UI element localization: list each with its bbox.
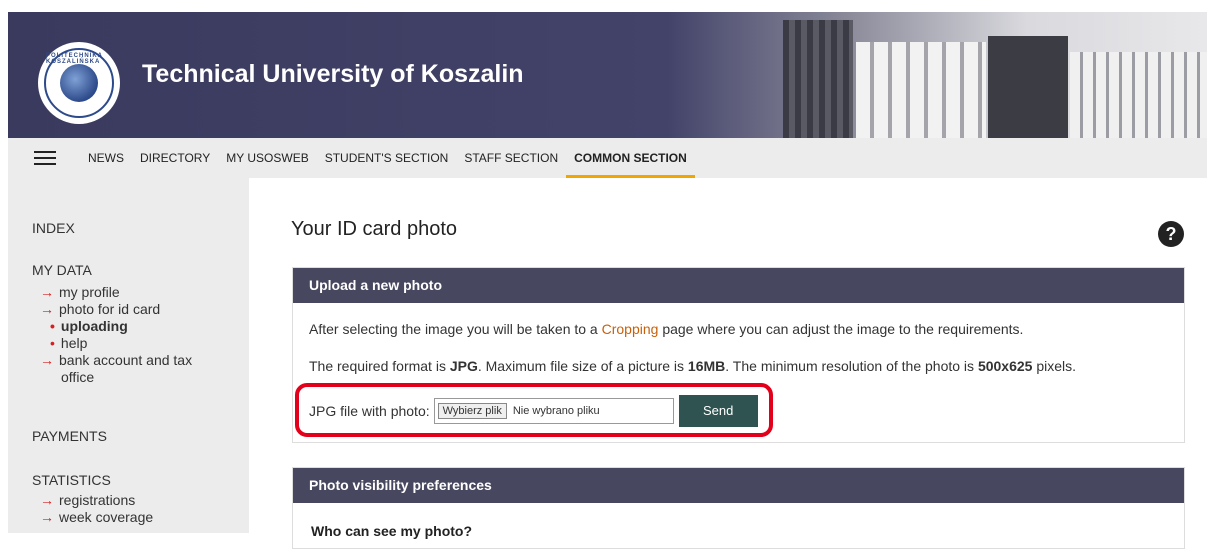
arrow-right-icon: → [40,301,54,317]
sidebar-item-label: my profile [59,284,120,300]
no-file-chosen-text: Nie wybrano pliku [512,405,600,417]
arrow-right-icon: → [40,509,54,525]
upload-panel-heading: Upload a new photo [293,268,1184,303]
cropping-link[interactable]: Cropping [602,321,659,337]
min-resolution-value: 500x625 [977,358,1033,374]
building-image-a [783,20,853,138]
max-size-value: 16MB [687,358,726,374]
requirement-text: The required format is [309,358,450,374]
requirement-text: . The minimum resolution of the photo is [725,358,978,374]
sidebar-item-label: uploading [60,318,128,334]
bullet-icon: • [50,318,55,334]
upload-instructions: After selecting the image you will be ta… [309,321,1023,337]
bullet-icon: • [50,335,55,351]
nav-my-usosweb[interactable]: MY USOSWEB [218,138,316,178]
sidebar-my-data[interactable]: MY DATA [32,262,92,278]
sidebar-item-week-coverage[interactable]: → week coverage [40,509,153,526]
building-image-b [856,42,986,138]
building-image-d [1070,52,1207,138]
sidebar-item-label: week coverage [59,509,154,525]
help-icon[interactable]: ? [1158,221,1184,247]
sidebar-item-label: bank account and tax [59,352,193,368]
visibility-panel-heading: Photo visibility preferences [293,468,1184,503]
nav-news[interactable]: NEWS [80,138,132,178]
logo-seal-icon: POLITECHNIKA KOSZALIŃSKA [44,48,114,118]
sidebar-item-label: registrations [59,492,136,508]
upload-form: JPG file with photo: Wybierz plik Nie wy… [309,395,758,427]
instruction-text: page where you can adjust the image to t… [658,321,1024,337]
arrow-right-icon: → [40,352,54,368]
format-value: JPG [449,358,478,374]
logo-text: POLITECHNIKA KOSZALIŃSKA [46,53,103,65]
instruction-text: After selecting the image you will be ta… [309,321,602,337]
sidebar-item-photo-for-id-card[interactable]: → photo for id card [40,301,160,318]
sidebar-item-registrations[interactable]: → registrations [40,492,135,509]
page-title: Your ID card photo [291,218,458,240]
sidebar-item-bank-account[interactable]: → bank account and tax [40,352,192,369]
visibility-question: Who can see my photo? [311,523,473,539]
sidebar-item-label: photo for id card [59,301,161,317]
university-logo[interactable]: POLITECHNIKA KOSZALIŃSKA [38,42,120,124]
site-title[interactable]: Technical University of Koszalin [142,60,524,89]
choose-file-button[interactable]: Wybierz plik [437,403,507,419]
nav-students-section[interactable]: STUDENT'S SECTION [317,138,457,178]
requirement-text: pixels. [1032,358,1077,374]
sidebar: INDEX MY DATA → my profile → photo for id … [8,178,249,533]
nav-common-section[interactable]: COMMON SECTION [566,138,695,178]
nav-directory[interactable]: DIRECTORY [132,138,218,178]
sidebar-item-label: help [60,335,88,351]
arrow-right-icon: → [40,284,54,300]
nav-staff-section[interactable]: STAFF SECTION [456,138,566,178]
building-image-c [988,36,1068,138]
sidebar-index[interactable]: INDEX [32,220,75,236]
arrow-right-icon: → [40,492,54,508]
sidebar-item-bank-account-line2[interactable]: office [61,369,94,386]
send-button[interactable]: Send [678,395,758,427]
sidebar-payments[interactable]: PAYMENTS [32,428,107,444]
upload-panel: Upload a new photo After selecting the i… [292,267,1185,443]
sidebar-item-my-profile[interactable]: → my profile [40,284,120,301]
sidebar-item-uploading[interactable]: • uploading [40,318,128,335]
sidebar-item-help[interactable]: • help [40,335,87,352]
visibility-panel: Photo visibility preferences Who can see… [292,467,1185,549]
file-input[interactable]: Wybierz plik Nie wybrano pliku [433,398,674,424]
upload-requirements: The required format is JPG. Maximum file… [309,358,1076,374]
file-input-label: JPG file with photo: [309,403,430,419]
header-banner: POLITECHNIKA KOSZALIŃSKA Technical Unive… [8,12,1207,138]
menu-hamburger-icon[interactable] [34,151,56,165]
requirement-text: . Maximum file size of a picture is [477,358,688,374]
sidebar-statistics[interactable]: STATISTICS [32,472,111,488]
main-nav: NEWS DIRECTORY MY USOSWEB STUDENT'S SECT… [8,138,1207,178]
